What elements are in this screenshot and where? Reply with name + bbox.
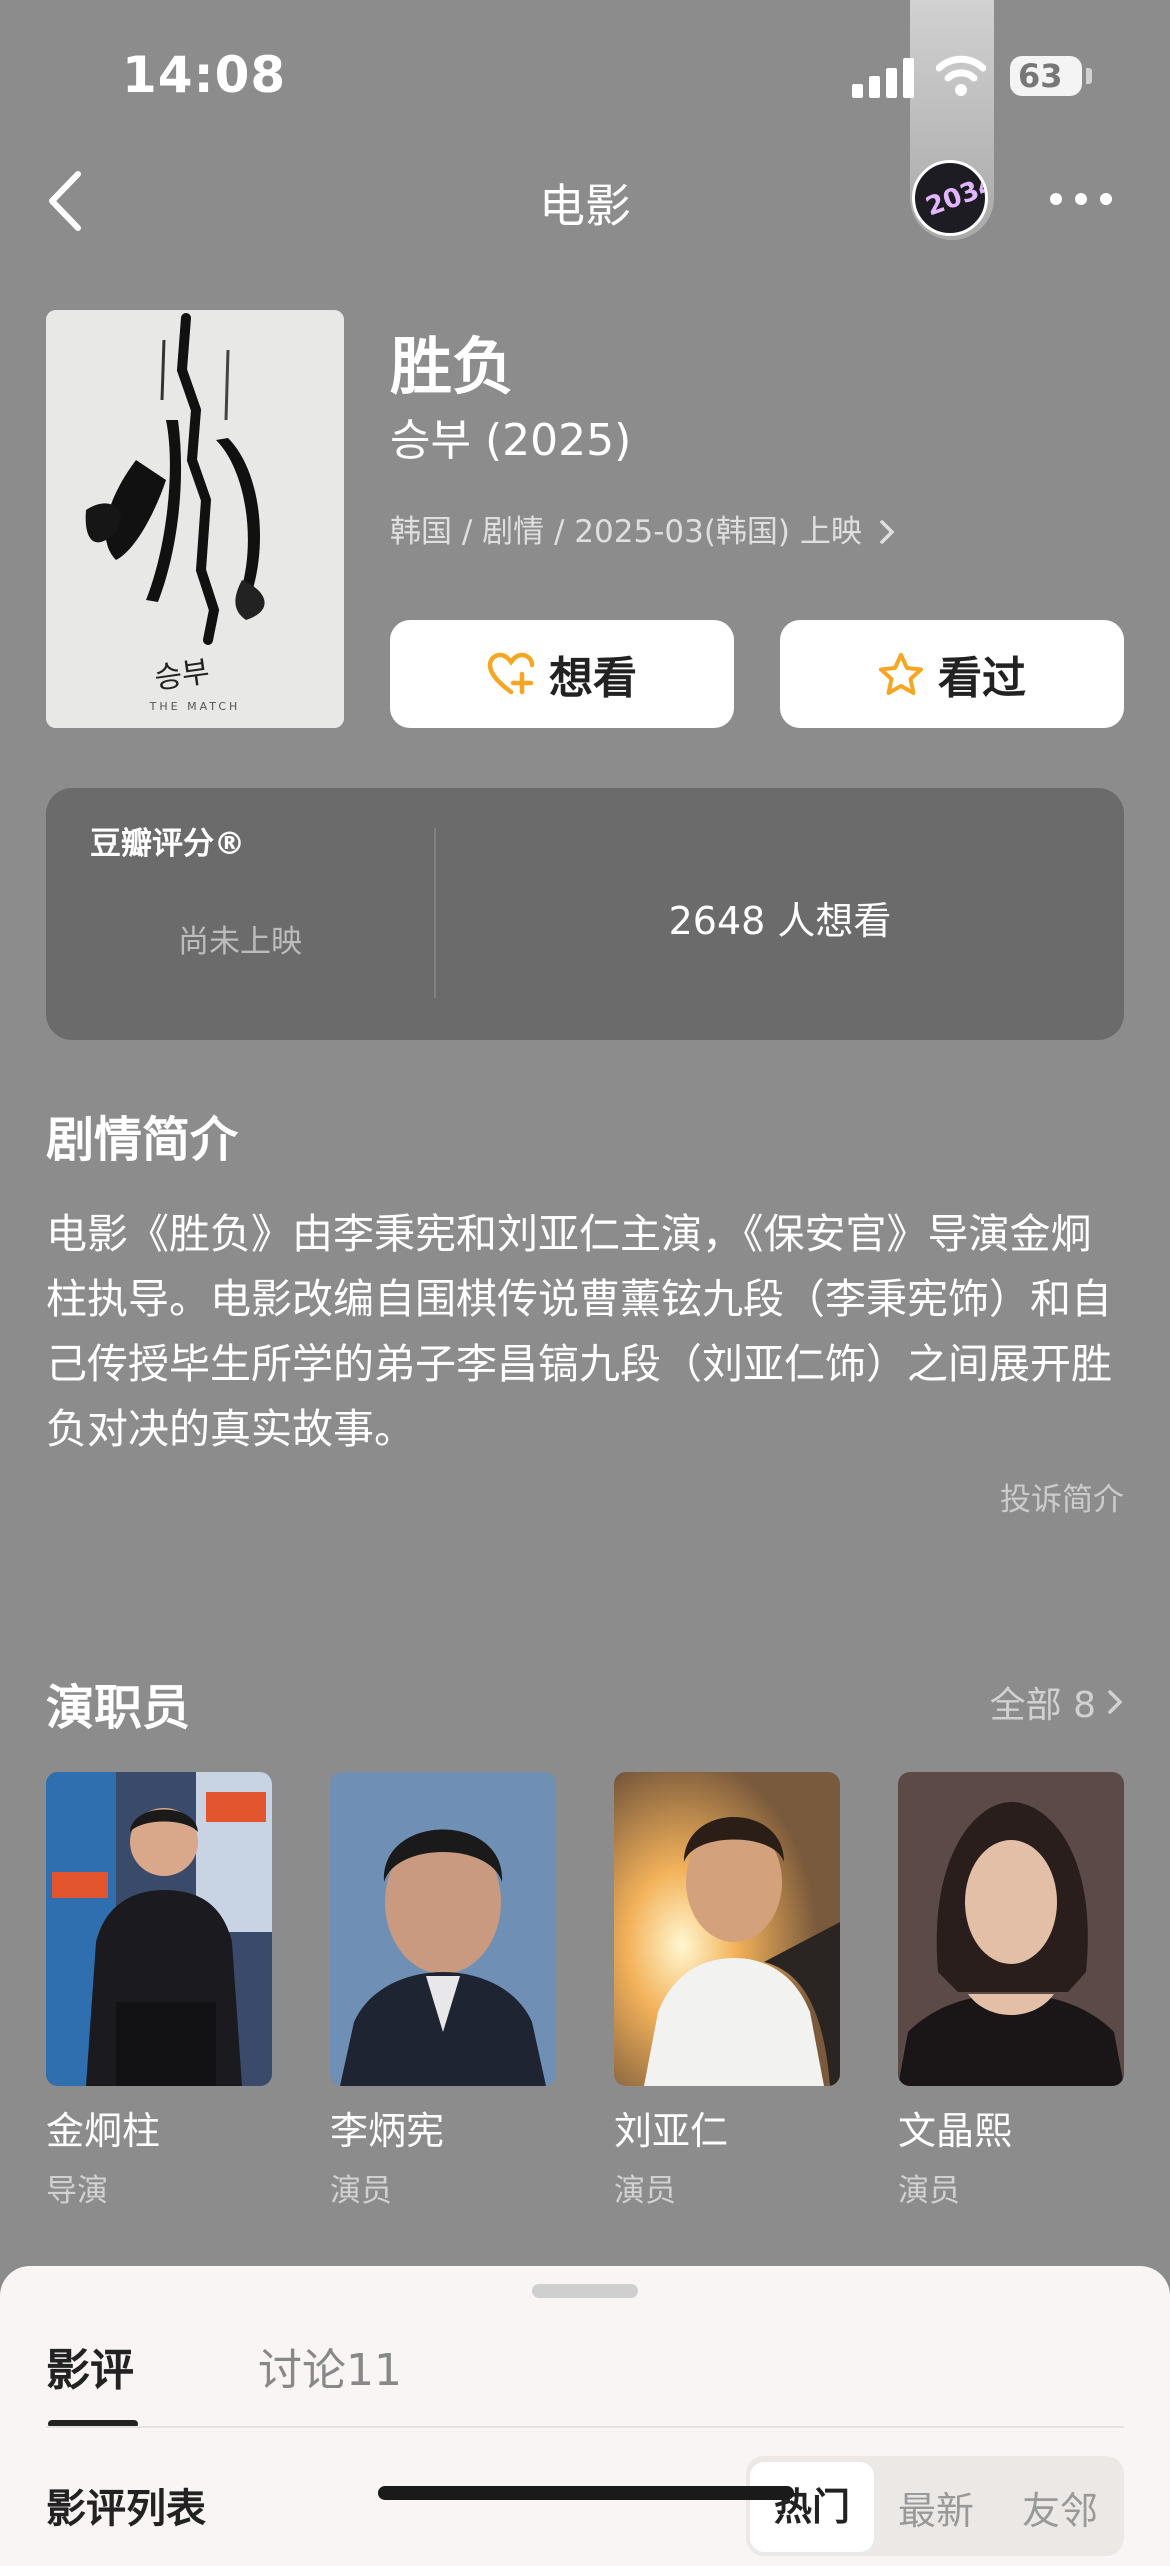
sort-new-button[interactable]: 最新: [898, 2480, 974, 2535]
cast-name: 金炯柱: [46, 2109, 161, 2153]
want-label: 想看: [549, 653, 637, 704]
movie-title: 胜负: [390, 330, 515, 403]
review-list-title: 影评列表: [46, 2486, 206, 2532]
status-bar: 14:08 63: [0, 0, 1170, 240]
wifi-icon: [936, 55, 986, 96]
heart-plus-icon: [487, 652, 535, 695]
reviews-sheet[interactable]: 影评 讨论11 影评列表 热门 最新 友邻: [0, 2266, 1170, 2566]
cast-name: 文晶熙: [898, 2109, 1013, 2153]
cast-heading: 演职员: [46, 1680, 191, 1736]
cast-photo: [614, 1772, 840, 2086]
seen-label: 看过: [938, 653, 1026, 704]
cast-card[interactable]: 金炯柱 导演: [46, 1772, 272, 2210]
cast-photo: [898, 1772, 1124, 2086]
want-to-watch-button[interactable]: 想看: [390, 620, 734, 728]
poster-script-text: 승부: [152, 654, 212, 697]
cast-photo: [330, 1772, 556, 2086]
sort-segmented-control: 热门 最新 友邻: [746, 2456, 1124, 2556]
sort-hot-button[interactable]: 热门: [750, 2462, 874, 2552]
battery-nub: [1086, 68, 1092, 84]
tab-discussion[interactable]: 讨论11: [258, 2334, 402, 2398]
star-icon: [879, 653, 923, 695]
battery-icon: 63: [1010, 56, 1082, 96]
cast-name: 李炳宪: [330, 2109, 445, 2153]
cast-photo: [46, 1772, 272, 2086]
movie-meta-link[interactable]: 韩国 / 剧情 / 2025-03(韩国) 上映: [390, 506, 896, 551]
cast-name: 刘亚仁: [614, 2109, 729, 2153]
report-synopsis-link[interactable]: 投诉简介: [1000, 1474, 1124, 1519]
sheet-drag-handle[interactable]: [532, 2284, 638, 2298]
poster-caption: THE MATCH: [149, 700, 241, 713]
page-title: 电影: [539, 179, 631, 233]
home-indicator[interactable]: [378, 2486, 794, 2500]
synopsis-heading: 剧情简介: [46, 1112, 239, 1168]
rating-label: 豆瓣评分®: [90, 826, 245, 862]
cast-card[interactable]: 刘亚仁 演员: [614, 1772, 840, 2210]
status-time: 14:08: [122, 46, 287, 104]
cast-card[interactable]: 李炳宪 演员: [330, 1772, 556, 2210]
chevron-right-icon: [1108, 1690, 1123, 1714]
sheet-divider: [46, 2426, 1124, 2428]
movie-original-title: 승부 (2025): [390, 415, 632, 466]
synopsis-text[interactable]: 电影《胜负》由李秉宪和刘亚仁主演，《保安官》导演金炯柱执导。电影改编自围棋传说曹…: [46, 1202, 1126, 1462]
more-options-icon[interactable]: [1048, 184, 1114, 214]
cast-role: 导演: [46, 2173, 108, 2209]
movie-poster[interactable]: 승부 THE MATCH: [46, 310, 344, 728]
cast-role: 演员: [330, 2173, 392, 2209]
tab-reviews[interactable]: 影评: [46, 2334, 134, 2398]
user-avatar[interactable]: 2034: [912, 160, 988, 236]
watched-button[interactable]: 看过: [780, 620, 1124, 728]
cast-role: 演员: [614, 2173, 676, 2209]
signal-icon: [852, 58, 914, 98]
rating-status: 尚未上映: [178, 924, 302, 960]
avatar-text: 2034: [922, 169, 988, 223]
rating-panel[interactable]: 豆瓣评分® 尚未上映 2648 人想看: [46, 788, 1124, 1040]
cast-role: 演员: [898, 2173, 960, 2209]
sort-friends-button[interactable]: 友邻: [1022, 2480, 1098, 2535]
want-count: 2648 人想看: [668, 899, 892, 943]
movie-meta-text: 韩国 / 剧情 / 2025-03(韩国) 上映: [390, 514, 862, 550]
cast-see-all-link[interactable]: 全部 8: [990, 1676, 1124, 1728]
see-all-label: 全部 8: [989, 1685, 1096, 1726]
chevron-right-icon: [879, 520, 895, 544]
cast-card[interactable]: 文晶熙 演员: [898, 1772, 1124, 2210]
